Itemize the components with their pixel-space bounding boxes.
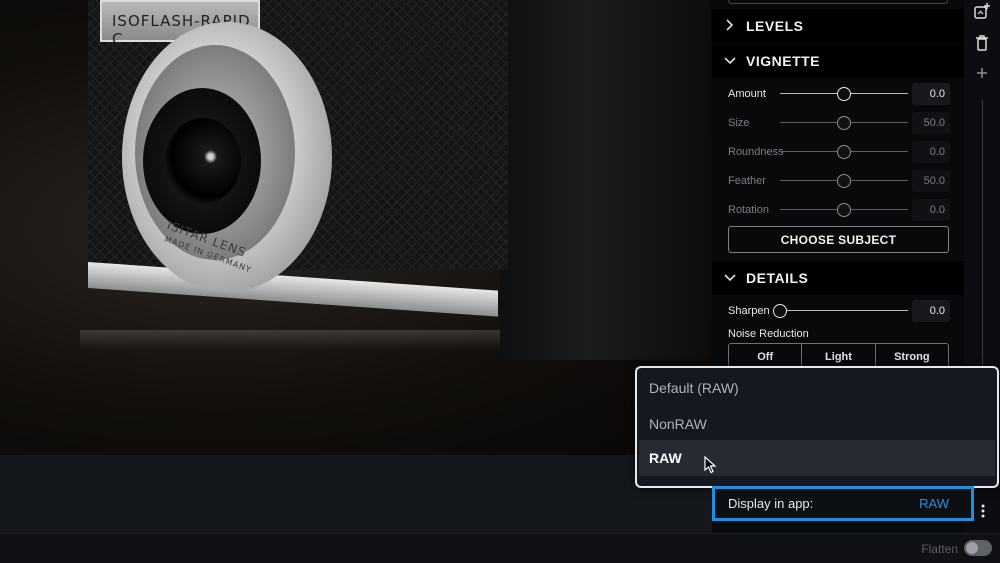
bottom-bar: Flatten xyxy=(0,533,1000,563)
dropdown-option-default-raw[interactable]: Default (RAW) xyxy=(639,370,995,406)
section-details[interactable]: DETAILS xyxy=(712,261,964,295)
chevron-right-icon xyxy=(724,18,738,34)
slider-knob[interactable] xyxy=(837,174,851,188)
vignette-feather-label: Feather xyxy=(728,175,766,187)
vignette-amount-slider[interactable] xyxy=(780,84,908,104)
vignette-roundness-slider[interactable] xyxy=(780,142,908,162)
slider-knob[interactable] xyxy=(837,87,851,101)
dropdown-option-nonraw[interactable]: NonRAW xyxy=(639,406,995,442)
trash-icon[interactable] xyxy=(972,34,992,54)
vignette-roundness-row: Roundness 0.0 xyxy=(728,139,950,165)
display-mode-dropdown: Default (RAW) NonRAW RAW xyxy=(635,366,999,488)
vignette-size-value[interactable]: 50.0 xyxy=(912,112,950,134)
vignette-amount-label: Amount xyxy=(728,88,766,100)
display-in-app-label: Display in app: xyxy=(728,496,814,511)
vignette-amount-value[interactable]: 0.0 xyxy=(912,83,950,105)
vignette-size-slider[interactable] xyxy=(780,113,908,133)
panel-top-edge xyxy=(728,0,948,4)
sharpen-row: Sharpen 0.0 xyxy=(728,298,950,324)
vignette-feather-value[interactable]: 50.0 xyxy=(912,170,950,192)
chevron-down-icon xyxy=(724,271,738,286)
vignette-feather-row: Feather 50.0 xyxy=(728,168,950,194)
section-vignette-title: VIGNETTE xyxy=(746,53,821,69)
slider-knob[interactable] xyxy=(773,304,787,318)
section-levels[interactable]: LEVELS xyxy=(712,9,964,43)
canvas-lower-area xyxy=(0,455,712,533)
slider-knob[interactable] xyxy=(837,116,851,130)
slider-knob[interactable] xyxy=(837,145,851,159)
sharpen-slider[interactable] xyxy=(773,301,908,321)
vignette-rotation-label: Rotation xyxy=(728,204,769,216)
display-in-app-select[interactable]: Display in app: RAW xyxy=(712,486,974,521)
section-details-title: DETAILS xyxy=(746,270,809,286)
dropdown-option-raw[interactable]: RAW xyxy=(639,440,995,476)
vignette-feather-slider[interactable] xyxy=(780,171,908,191)
slider-track xyxy=(780,310,908,311)
table-reflection xyxy=(80,330,500,350)
choose-subject-button[interactable]: CHOOSE SUBJECT xyxy=(728,226,949,253)
camera-chrome-strip xyxy=(88,262,498,317)
vignette-size-label: Size xyxy=(728,117,750,129)
mouse-cursor-icon xyxy=(704,456,717,474)
vignette-rotation-slider[interactable] xyxy=(780,200,908,220)
vignette-rotation-row: Rotation 0.0 xyxy=(728,197,950,223)
flatten-toggle[interactable] xyxy=(964,540,992,556)
vignette-roundness-value[interactable]: 0.0 xyxy=(912,141,950,163)
lens-glass xyxy=(165,118,241,204)
vignette-amount-row: Amount 0.0 xyxy=(728,81,950,107)
vignette-roundness-label: Roundness xyxy=(728,146,784,158)
display-in-app-value: RAW xyxy=(919,496,949,511)
chevron-down-icon xyxy=(724,54,738,69)
plus-icon[interactable] xyxy=(972,66,992,86)
noise-reduction-label: Noise Reduction xyxy=(728,328,809,340)
kebab-menu-icon[interactable] xyxy=(976,504,990,524)
vignette-rotation-value[interactable]: 0.0 xyxy=(912,199,950,221)
add-image-icon[interactable] xyxy=(972,2,992,22)
slider-knob[interactable] xyxy=(837,203,851,217)
photo-canvas[interactable]: ISOFLASH-RAPID C ISITAR LENS MADE IN GER… xyxy=(0,0,712,455)
vignette-size-row: Size 50.0 xyxy=(728,110,950,136)
section-levels-title: LEVELS xyxy=(746,18,804,34)
camera-side xyxy=(500,0,710,360)
sharpen-value[interactable]: 0.0 xyxy=(912,300,950,322)
section-vignette[interactable]: VIGNETTE xyxy=(712,44,964,78)
flatten-label: Flatten xyxy=(921,542,958,556)
